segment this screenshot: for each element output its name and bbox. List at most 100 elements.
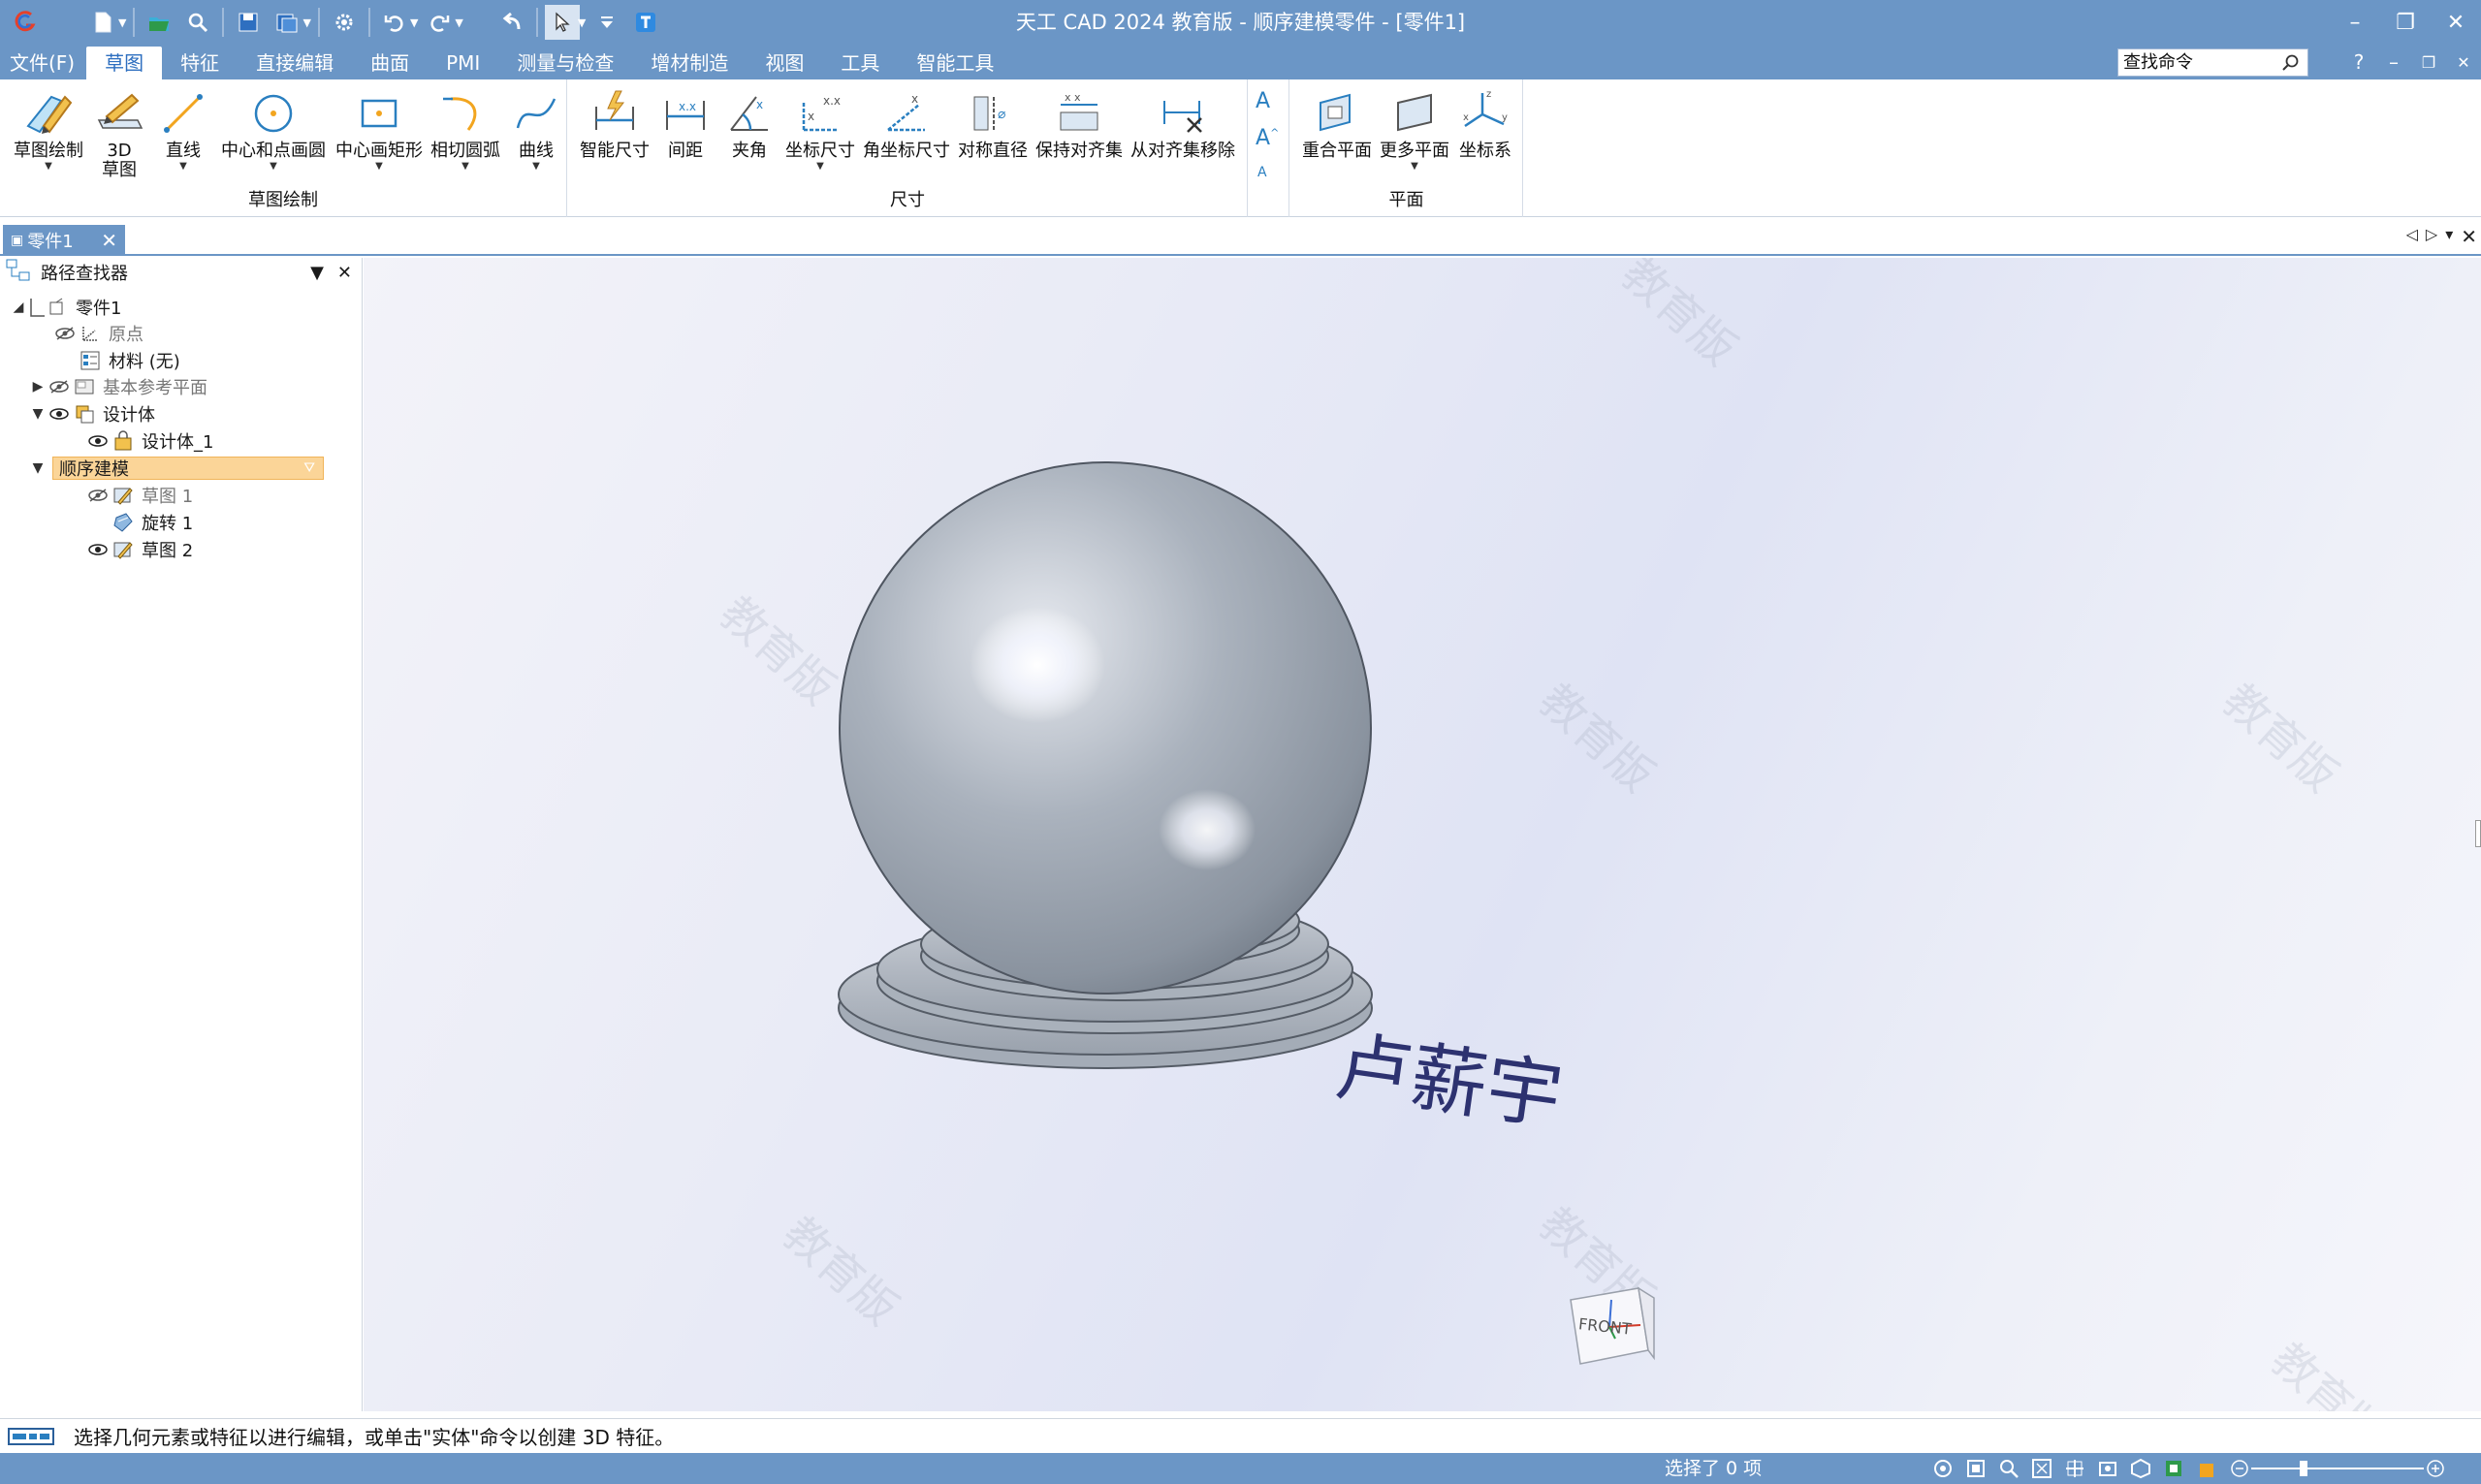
file-menu[interactable]: 文件(F) <box>0 47 86 79</box>
tab-direct-edit[interactable]: 直接编辑 <box>238 47 352 79</box>
open-file-icon[interactable] <box>142 5 176 40</box>
tree-node-sketch-2[interactable]: 草图 2 <box>85 537 193 562</box>
text-size-up-icon[interactable]: A^ <box>1256 126 1279 150</box>
eye-hidden-icon[interactable] <box>47 377 72 396</box>
tab-view[interactable]: 视图 <box>747 47 822 79</box>
panel-close-icon[interactable]: ✕ <box>337 263 352 283</box>
tab-measure[interactable]: 测量与检查 <box>498 47 632 79</box>
more-planes-button[interactable]: 更多平面 ▼ <box>1376 85 1453 173</box>
zoom-icon[interactable] <box>1995 1456 2022 1481</box>
tree-node-design-body[interactable]: ▼ 设计体 <box>29 401 155 426</box>
command-search-input[interactable] <box>2118 49 2278 76</box>
dropdown-arrow-icon[interactable]: ▼ <box>461 161 469 173</box>
dropdown-arrow-icon[interactable]: ▼ <box>532 161 540 173</box>
collapse-icon[interactable]: ◢ <box>10 300 27 315</box>
display-mode-icon[interactable] <box>2160 1456 2187 1481</box>
pan-icon[interactable] <box>2061 1456 2088 1481</box>
undo-icon[interactable] <box>377 5 412 40</box>
3d-sketch-button[interactable]: 3D 草图 <box>87 85 151 180</box>
tab-tools[interactable]: 工具 <box>822 47 898 79</box>
eye-visible-icon[interactable] <box>47 404 72 424</box>
eye-visible-icon[interactable] <box>85 540 111 559</box>
select-pointer-icon[interactable] <box>544 5 580 40</box>
center-circle-button[interactable]: 中心和点画圆 ▼ <box>215 85 332 180</box>
save-icon[interactable] <box>231 5 266 40</box>
tab-list-icon[interactable]: ▾ <box>2445 225 2453 248</box>
undo-dropdown-icon[interactable]: ▼ <box>410 16 418 29</box>
redo-dropdown-icon[interactable]: ▼ <box>455 16 462 29</box>
angle-button[interactable]: x 夹角 <box>717 85 781 173</box>
tree-node-design-body-1[interactable]: 设计体_1 <box>85 428 213 454</box>
coordinate-dimension-button[interactable]: x.x x 坐标尺寸 ▼ <box>781 85 859 173</box>
smart-dimension-button[interactable]: 智能尺寸 <box>576 85 653 173</box>
save-as-icon[interactable] <box>270 5 304 40</box>
collapse-icon[interactable]: ▼ <box>29 406 47 422</box>
app-logo-icon[interactable] <box>8 5 43 40</box>
dropdown-arrow-icon[interactable]: ▼ <box>179 161 187 173</box>
color-mode-icon[interactable] <box>2193 1456 2220 1481</box>
tab-prev-icon[interactable]: ◁ <box>2406 225 2418 248</box>
center-rectangle-button[interactable]: 中心画矩形 ▼ <box>332 85 427 180</box>
eye-hidden-icon[interactable] <box>52 324 78 343</box>
restore-icon[interactable]: ❐ <box>2380 0 2431 45</box>
dropdown-arrow-icon[interactable]: ▼ <box>816 161 824 173</box>
tree-node-sketch-1[interactable]: 草图 1 <box>85 483 193 508</box>
coordinate-system-button[interactable]: zyx 坐标系 <box>1453 85 1517 173</box>
tree-node-revolve-1[interactable]: 旋转 1 <box>111 510 193 535</box>
eye-visible-icon[interactable] <box>85 431 111 451</box>
search-icon[interactable] <box>2278 50 2304 76</box>
sketch-draw-button[interactable]: 草图绘制 ▼ <box>10 85 87 180</box>
collapse-icon[interactable]: ▼ <box>29 460 47 476</box>
close-window-icon[interactable]: ✕ <box>2431 0 2481 45</box>
line-button[interactable]: 直线 ▼ <box>151 85 215 180</box>
curve-button[interactable]: 曲线 ▼ <box>504 85 568 180</box>
angular-coordinate-button[interactable]: x 角坐标尺寸 <box>859 85 954 173</box>
text-t-icon[interactable] <box>628 5 663 40</box>
tangent-arc-button[interactable]: 相切圆弧 ▼ <box>427 85 504 180</box>
tab-sketch[interactable]: 草图 <box>86 47 163 79</box>
ribbon-minimize-icon[interactable]: – <box>2376 50 2411 74</box>
dropdown-arrow-icon[interactable]: ▼ <box>270 161 277 173</box>
help-icon[interactable]: ? <box>2341 50 2376 74</box>
zoom-slider[interactable] <box>2230 1459 2453 1478</box>
distance-button[interactable]: x.x 间距 <box>653 85 717 173</box>
settings-gear-icon[interactable] <box>327 5 362 40</box>
sequence-filter-icon[interactable]: ⛛ <box>303 460 315 476</box>
rotate-view-icon[interactable] <box>2094 1456 2121 1481</box>
tab-surface[interactable]: 曲面 <box>352 47 428 79</box>
find-icon[interactable] <box>180 5 215 40</box>
save-dropdown-icon[interactable]: ▼ <box>302 16 310 29</box>
tab-additive[interactable]: 增材制造 <box>632 47 747 79</box>
sketch-name-text[interactable]: 卢薪宇 <box>1330 1024 1567 1142</box>
orient-view-icon[interactable] <box>2127 1456 2154 1481</box>
coincident-plane-button[interactable]: 重合平面 <box>1298 85 1376 173</box>
tree-node-material[interactable]: 材料 (无) <box>78 348 180 373</box>
viewport-edge-handle[interactable] <box>2475 820 2481 847</box>
command-bar-icon[interactable] <box>6 1422 56 1451</box>
text-size-down-icon[interactable]: A <box>1257 165 1267 180</box>
panel-options-icon[interactable]: ▼ <box>310 263 324 283</box>
customize-qat-icon[interactable] <box>589 5 624 40</box>
tree-node-ref-planes[interactable]: ▶ 基本参考平面 <box>29 374 207 399</box>
text-style-icon[interactable]: A <box>1256 89 1270 113</box>
view-cube[interactable]: FRONT <box>1561 1280 1658 1377</box>
symmetric-diameter-button[interactable]: ⌀ 对称直径 <box>954 85 1032 173</box>
document-tab[interactable]: ▣ 零件1 ✕ <box>3 225 125 256</box>
fit-view-icon[interactable] <box>2028 1456 2055 1481</box>
dropdown-arrow-icon[interactable]: ▼ <box>1411 161 1418 173</box>
eye-hidden-icon[interactable] <box>85 486 111 505</box>
close-tab-icon[interactable]: ✕ <box>101 229 117 252</box>
remove-from-alignment-button[interactable]: 从对齐集移除 <box>1127 85 1239 173</box>
close-all-tabs-icon[interactable]: ✕ <box>2461 225 2477 248</box>
view-style-icon[interactable] <box>1929 1456 1956 1481</box>
dropdown-arrow-icon[interactable]: ▼ <box>375 161 383 173</box>
redo-icon[interactable] <box>422 5 457 40</box>
tab-next-icon[interactable]: ▷ <box>2426 225 2437 248</box>
doc-restore-icon[interactable]: ❐ <box>2411 53 2446 72</box>
expand-icon[interactable]: ▶ <box>29 379 47 395</box>
tab-features[interactable]: 特征 <box>162 47 238 79</box>
new-file-icon[interactable] <box>85 5 120 40</box>
new-dropdown-icon[interactable]: ▼ <box>118 16 126 29</box>
tree-node-part[interactable]: ◢ 零件1 <box>10 295 121 320</box>
zoom-area-icon[interactable] <box>1962 1456 1989 1481</box>
